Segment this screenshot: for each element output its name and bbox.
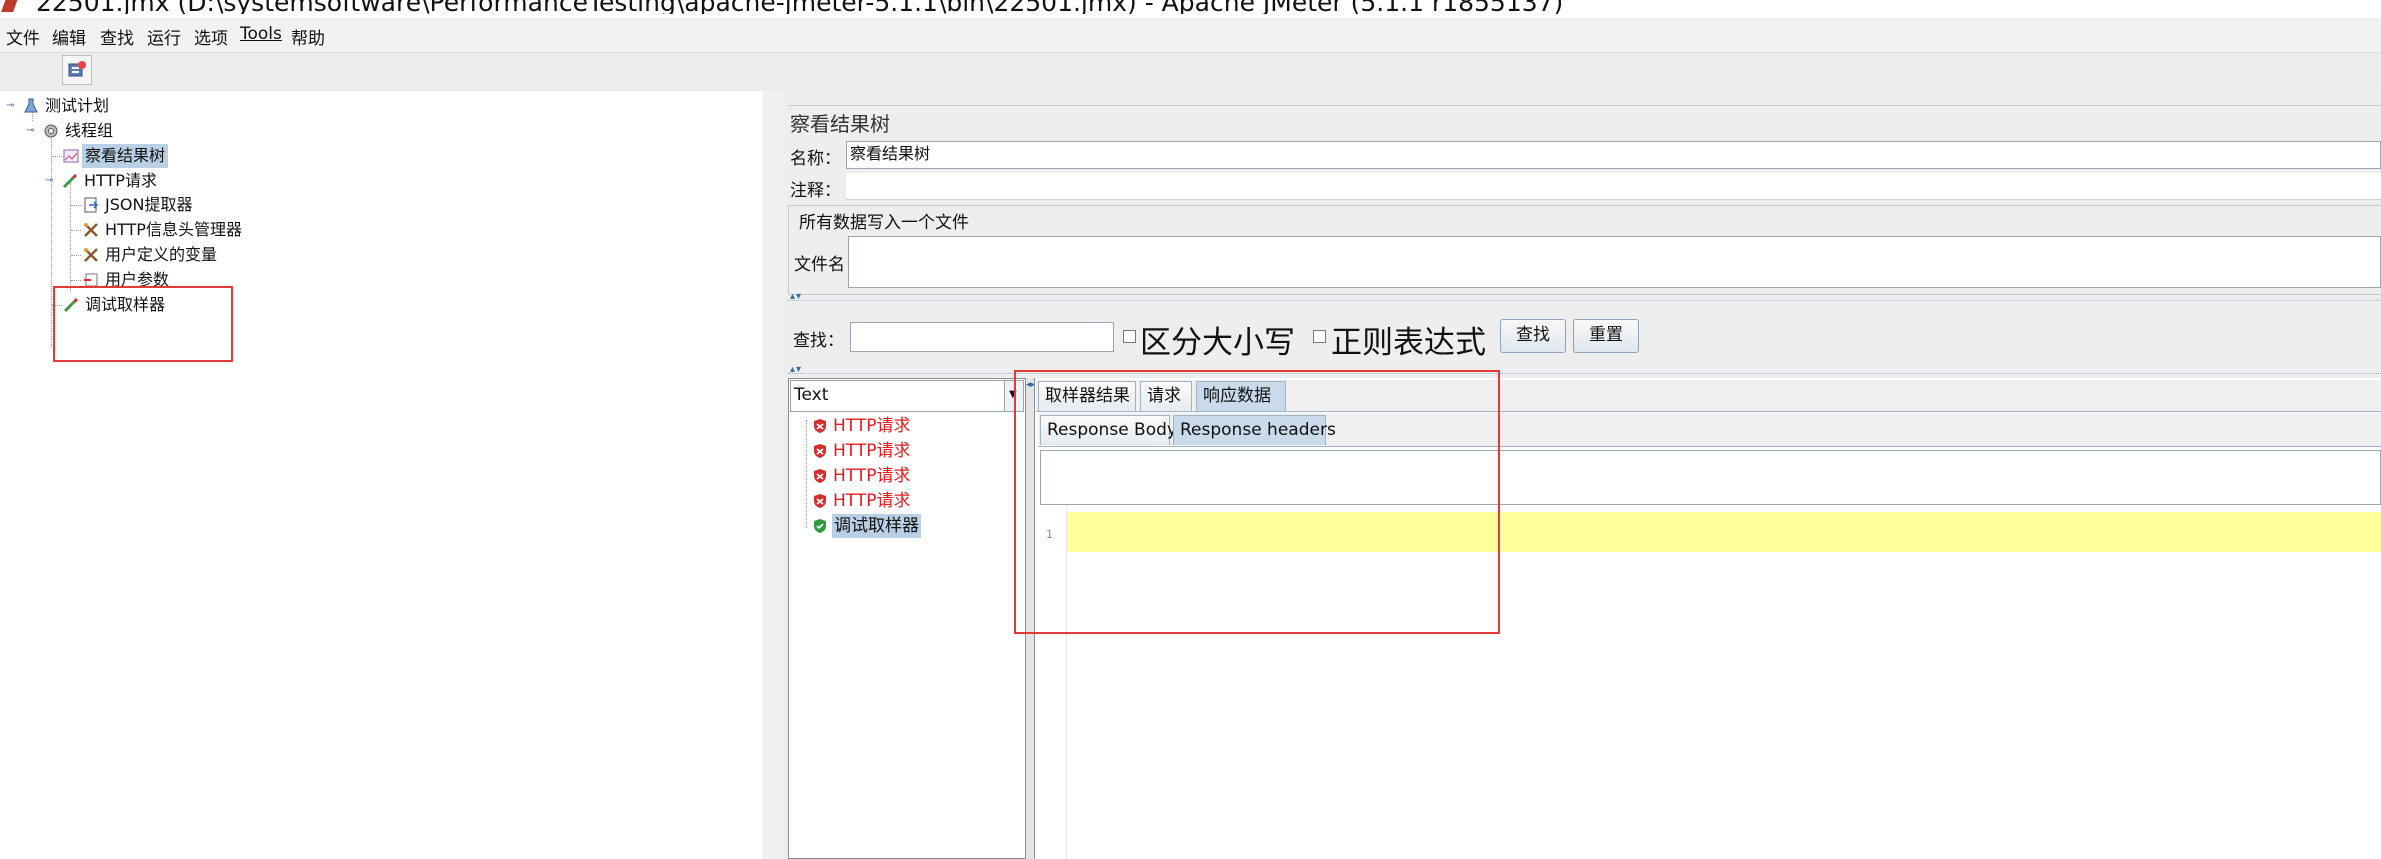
regex-checkbox[interactable] xyxy=(1313,330,1326,343)
toolbar xyxy=(0,52,2381,92)
tools-icon xyxy=(84,248,98,262)
menu-tools[interactable]: Tools xyxy=(240,24,282,44)
window-title-bar: 22501.jmx (D:\systemsoftware\Performance… xyxy=(0,0,2381,14)
name-field[interactable]: 察看结果树 xyxy=(846,141,2381,169)
pipette-icon xyxy=(62,173,78,189)
menu-search[interactable]: 查找 xyxy=(100,24,134,49)
error-shield-icon xyxy=(814,494,826,508)
test-plan-tree: ⊸ 测试计划 ⊸ 线程组 察看结果树 ⊸ HTTP请求 JSON提取器 HTTP… xyxy=(0,91,764,859)
renderer-select[interactable]: Text ▼ xyxy=(790,380,1024,412)
chart-icon xyxy=(63,149,79,163)
highlight-box-debug-sampler xyxy=(53,286,233,362)
tools-icon xyxy=(84,223,98,237)
window-title: 22501.jmx (D:\systemsoftware\Performance… xyxy=(36,0,1563,14)
menu-file[interactable]: 文件 xyxy=(6,24,40,49)
reset-button[interactable]: 重置 xyxy=(1573,319,1639,353)
templates-button[interactable] xyxy=(62,55,92,85)
template-icon xyxy=(68,61,86,77)
expand-toggle-icon[interactable]: ⊸ xyxy=(26,119,34,143)
menu-help[interactable]: 帮助 xyxy=(291,24,325,49)
error-shield-icon xyxy=(814,469,826,483)
file-group-label: 所有数据写入一个文件 xyxy=(796,208,972,233)
expand-toggle-icon[interactable]: ⊸ xyxy=(45,169,53,193)
gear-icon xyxy=(44,124,58,138)
highlight-box-response-tabs xyxy=(1014,370,1500,634)
extractor-icon xyxy=(84,197,99,213)
search-input[interactable] xyxy=(850,322,1114,352)
filename-label: 文件名 xyxy=(794,255,845,275)
pane-splitter[interactable] xyxy=(763,91,786,859)
flask-icon xyxy=(24,98,38,113)
menu-options[interactable]: 选项 xyxy=(194,24,228,49)
comment-field[interactable] xyxy=(846,173,2381,200)
regex-label: 正则表达式 xyxy=(1331,325,1486,361)
error-shield-icon xyxy=(814,444,826,458)
search-label: 查找： xyxy=(793,331,844,351)
expand-toggle-icon[interactable]: ⊸ xyxy=(6,94,14,118)
panel-title: 察看结果树 xyxy=(788,105,2381,136)
jmeter-app-icon xyxy=(1,0,19,12)
case-sensitive-checkbox[interactable] xyxy=(1123,330,1136,343)
menu-edit[interactable]: 编辑 xyxy=(52,24,86,49)
menu-bar: 文件 编辑 查找 运行 选项 Tools 帮助 xyxy=(0,18,2381,52)
case-sensitive-label: 区分大小写 xyxy=(1140,325,1295,361)
filename-field[interactable] xyxy=(848,236,2381,288)
comment-label: 注释： xyxy=(790,181,841,201)
menu-run[interactable]: 运行 xyxy=(147,24,181,49)
success-shield-icon xyxy=(814,519,826,533)
name-label: 名称： xyxy=(790,149,841,169)
find-button[interactable]: 查找 xyxy=(1500,319,1566,353)
error-shield-icon xyxy=(814,419,826,433)
